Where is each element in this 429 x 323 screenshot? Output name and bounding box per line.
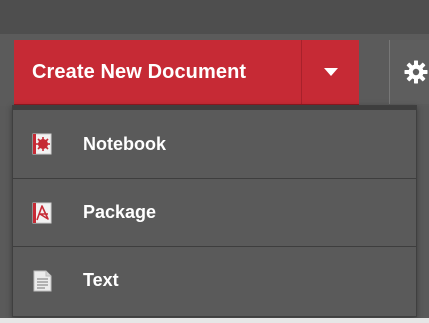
- menu-item-notebook[interactable]: Notebook: [13, 110, 416, 178]
- menu-item-label: Notebook: [83, 133, 166, 154]
- create-new-document-label: Create New Document: [32, 60, 247, 83]
- top-bar: [0, 0, 429, 35]
- menu-item-package[interactable]: Package: [13, 178, 416, 246]
- create-new-document-button[interactable]: Create New Document: [14, 40, 302, 104]
- create-dropdown-toggle[interactable]: [302, 40, 359, 104]
- text-file-icon: [33, 270, 52, 291]
- create-document-menu: Notebook Package Text: [12, 105, 417, 317]
- menu-item-label: Text: [83, 270, 119, 290]
- gear-icon: [404, 60, 428, 84]
- package-icon: [32, 202, 52, 223]
- page-background-edge: [0, 318, 429, 323]
- notebook-icon: [32, 133, 52, 155]
- create-new-document-split-button: Create New Document: [14, 40, 359, 104]
- menu-item-label: Package: [83, 202, 157, 222]
- menu-item-text[interactable]: Text: [13, 246, 416, 314]
- settings-button[interactable]: [389, 40, 429, 104]
- chevron-down-icon: [323, 68, 338, 76]
